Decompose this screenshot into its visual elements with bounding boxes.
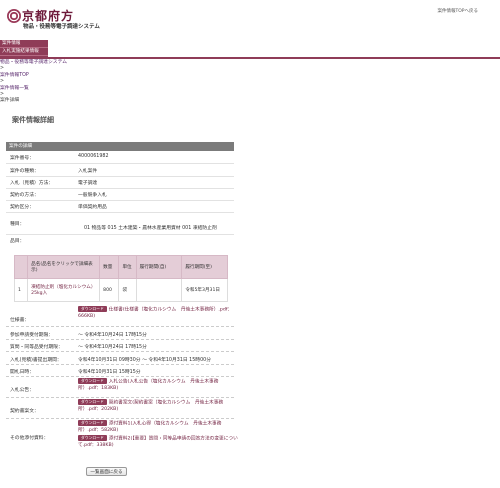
breadcrumb-system[interactable]: 物品・役務等電子調達システム	[0, 60, 67, 66]
download-icon: ダウンロード	[78, 399, 107, 405]
download-icon: ダウンロード	[78, 378, 107, 384]
logo-mark	[7, 9, 21, 23]
item-to: 令和5年3月31日	[181, 278, 228, 302]
contract-draft-label: 契約書案文：	[10, 409, 39, 414]
bid-method-label: 入札（見積）方法：	[10, 181, 54, 186]
bid-period-label: 入札(見積)書提出期間：	[10, 358, 62, 363]
case-type-value: 入札案件	[78, 169, 98, 174]
question-deadline-label: 質問・同等品受付期限：	[10, 345, 63, 350]
contract-draft-doc: ダウンロード 契約書案文(契約書案（塩化カルシウム 丹後土木事務所）.pdf：20…	[78, 399, 238, 413]
table-header-unit: 単位	[118, 255, 137, 279]
case-number-value: 4000061982	[78, 154, 109, 159]
bid-period-value: 令和4年10月31日 09時30分 ～ 令和4年10月31日 15時00分	[78, 358, 211, 363]
divider	[6, 418, 234, 419]
item-unit: 袋	[118, 278, 137, 302]
divider	[6, 364, 234, 365]
menu-item-bid-results[interactable]: 入札実施結果情報	[0, 48, 48, 56]
table-row: 1 凍結防止剤（塩化カルシウム）25kg入 800 袋 令和5年3月31日	[13, 278, 228, 302]
opening-date-label: 開札日時：	[10, 370, 34, 375]
table-header-name: 品名(品名をクリックで詳細表示)	[27, 255, 101, 279]
item-no: 1	[13, 278, 29, 302]
other-doc-2: ダウンロード 添付資料2(【重要】質問・同等品申請の回答方法の変更について.pdf…	[78, 435, 238, 449]
system-name: 物品・役務等電子調達システム	[23, 24, 100, 30]
item-qty: 800	[99, 278, 120, 302]
contract-category-label: 契約区分：	[10, 205, 34, 210]
contract-method-value: 一般競争入札	[78, 193, 107, 198]
spec-label: 仕様書：	[10, 318, 30, 323]
category-row: 種目： 01 物品等 015 土木建築・農林水産業用資材 001 凍結防止剤	[6, 212, 234, 235]
bid-notice-label: 入札公告：	[10, 388, 34, 393]
apply-deadline-label: 参加申請受付期限：	[10, 333, 54, 338]
breadcrumb-current: 案件詳細	[0, 98, 20, 104]
table-header-to: 履行期間(至)	[181, 255, 228, 279]
download-icon: ダウンロード	[78, 420, 107, 426]
opening-date-value: 令和4年10月31日 15時15分	[78, 370, 141, 375]
items-table: 品名(品名をクリックで詳細表示) 数量 単位 履行期間(自) 履行期間(至) 1…	[13, 255, 228, 302]
bid-method-value: 電子調達	[78, 181, 98, 186]
apply-deadline-value: ～ 令和4年10月24日 17時15分	[78, 333, 147, 338]
question-deadline-value: ～ 令和4年10月24日 17時15分	[78, 345, 147, 350]
category-value: 01 物品等 015 土木建築・農林水産業用資材 001 凍結防止剤	[84, 226, 217, 231]
item-from	[135, 278, 183, 302]
table-header-row: 品名(品名をクリックで詳細表示) 数量 単位 履行期間(自) 履行期間(至)	[13, 255, 228, 279]
divider	[6, 339, 234, 340]
case-type-label: 案件の種類：	[10, 169, 39, 174]
category-label: 種目：	[10, 222, 25, 227]
other-docs-label: その他添付資料：	[10, 436, 49, 441]
table-header-qty: 数量	[99, 255, 120, 279]
divider	[6, 397, 234, 398]
item-name-link[interactable]: 凍結防止剤（塩化カルシウム）25kg入	[27, 278, 101, 302]
contract-method-label: 契約の方法：	[10, 193, 39, 198]
divider	[6, 326, 234, 327]
download-icon: ダウンロード	[78, 306, 107, 312]
download-icon: ダウンロード	[78, 435, 107, 441]
back-to-list-button[interactable]: 一覧画面に戻る	[86, 467, 127, 476]
table-header-no	[13, 255, 29, 279]
breadcrumb: 物品・役務等電子調達システム > 案件情報TOP > 案件情報一覧 > 案件詳細	[0, 60, 67, 105]
bid-notice-doc: ダウンロード 入札公告(入札公告（塩化カルシウム 丹後土木事務所）.pdf：183…	[78, 378, 238, 392]
table-header-from: 履行期間(自)	[135, 255, 183, 279]
contract-category-value: 単価契約用品	[78, 205, 107, 210]
items-label: 品目：	[10, 239, 25, 244]
divider	[6, 376, 234, 377]
side-menu: 案件情報 入札実施結果情報	[0, 40, 48, 57]
section-header: 案件の詳細	[6, 142, 234, 151]
other-doc-1: ダウンロード 添付資料1(入札心得（塩化カルシウム 丹後土木事務所）.pdf：58…	[78, 420, 238, 434]
case-number-label: 案件番号：	[10, 156, 34, 161]
top-link[interactable]: 案件情報TOPへ戻る	[437, 8, 478, 14]
divider	[6, 351, 234, 352]
spec-doc: ダウンロード 仕様書(仕様書（塩化カルシウム 丹後土木事務所）.pdf：666KB…	[78, 306, 238, 320]
case-type-row: 案件の種類： 入札案件	[6, 163, 234, 177]
page-title: 案件情報詳細	[12, 116, 54, 124]
menu-bar	[0, 57, 500, 59]
menu-item-case-info[interactable]: 案件情報	[0, 40, 48, 48]
